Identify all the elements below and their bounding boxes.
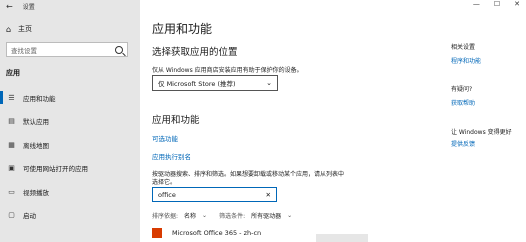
sidebar-item-offline-maps[interactable]: ▦ 离线地图 xyxy=(0,133,140,157)
sidebar-item-label: 可使用网站打开的应用 xyxy=(23,165,88,174)
home-icon: ⌂ xyxy=(6,24,12,34)
sidebar-item-label: 视频播放 xyxy=(23,188,49,197)
sidebar: ← 设置 ⌂ 主页 查找设置 应用 ☰ 应用和功能 ▤ 默认应用 ▦ 离线地图 … xyxy=(0,0,140,242)
apps-for-websites-icon: ▣ xyxy=(8,164,15,173)
close-button[interactable]: ✕ xyxy=(514,0,520,8)
apps-list-icon: ☰ xyxy=(8,93,15,102)
startup-icon: ▢ xyxy=(8,211,15,220)
sort-dropdown[interactable]: 名称 xyxy=(184,211,196,220)
apps-features-heading: 应用和功能 xyxy=(152,115,200,126)
sidebar-item-label: 应用和功能 xyxy=(23,94,56,103)
sidebar-item-video-playback[interactable]: ▭ 视频播放 xyxy=(0,180,140,204)
sidebar-item-default-apps[interactable]: ▤ 默认应用 xyxy=(0,110,140,134)
sidebar-item-label: 默认应用 xyxy=(23,118,49,127)
search-icon xyxy=(115,45,123,54)
maximize-button[interactable]: ☐ xyxy=(494,0,500,8)
page-title: 应用和功能 xyxy=(152,22,213,36)
sidebar-item-apps-features[interactable]: ☰ 应用和功能 xyxy=(0,86,140,110)
sort-label: 排序依据: xyxy=(152,213,179,220)
home-label: 主页 xyxy=(18,25,32,33)
optional-features-link[interactable]: 可选功能 xyxy=(152,133,178,143)
title-bar: ← 设置 xyxy=(6,2,35,11)
app-source-dropdown[interactable]: 仅 Microsoft Store (推荐) ⌄ xyxy=(152,75,278,91)
search-placeholder: 查找设置 xyxy=(11,46,37,55)
main-content: 应用和功能 选择获取应用的位置 仅从 Windows 应用商店安装应用有助于保护… xyxy=(140,0,440,242)
video-playback-icon: ▭ xyxy=(8,187,15,196)
related-settings-heading: 相关设置 xyxy=(451,44,476,51)
app-search-input[interactable]: office ✕ xyxy=(152,187,277,202)
choose-location-description: 仅从 Windows 应用商店安装应用有助于保护你的设备。 xyxy=(152,67,303,74)
give-feedback-link[interactable]: 提供反馈 xyxy=(451,139,475,148)
app-source-value: 仅 Microsoft Store (推荐) xyxy=(158,80,236,88)
get-help-link[interactable]: 获取帮助 xyxy=(451,98,475,107)
question-heading: 有疑问? xyxy=(451,86,473,93)
chevron-down-icon: ⌄ xyxy=(202,212,208,219)
window-title: 设置 xyxy=(22,4,35,11)
filter-dropdown[interactable]: 所有驱动器 xyxy=(251,211,281,220)
back-arrow-icon[interactable]: ← xyxy=(6,2,13,11)
chevron-down-icon: ⌄ xyxy=(287,212,293,219)
choose-location-heading: 选择获取应用的位置 xyxy=(152,47,238,58)
app-name: Microsoft Office 365 - zh-cn xyxy=(172,229,262,237)
sidebar-item-home[interactable]: ⌂ 主页 xyxy=(6,24,32,34)
search-description-line2: 选择它。 xyxy=(152,179,177,186)
office-app-icon xyxy=(152,228,162,238)
minimize-button[interactable]: — xyxy=(473,0,480,8)
sidebar-item-label: 离线地图 xyxy=(23,141,49,150)
clear-icon[interactable]: ✕ xyxy=(266,191,271,199)
search-description-line1: 按驱动器搜索、排序和筛选。如果想要卸载或移动某个应用，请从列表中 xyxy=(152,171,345,178)
default-apps-icon: ▤ xyxy=(8,117,15,126)
settings-search-input[interactable]: 查找设置 xyxy=(6,42,128,57)
programs-features-link[interactable]: 程序和功能 xyxy=(451,56,481,65)
improve-windows-heading: 让 Windows 变得更好 xyxy=(451,129,512,136)
app-search-value: office xyxy=(158,190,176,199)
sidebar-nav: ☰ 应用和功能 ▤ 默认应用 ▦ 离线地图 ▣ 可使用网站打开的应用 ▭ 视频播… xyxy=(0,86,140,227)
chevron-down-icon: ⌄ xyxy=(266,79,272,87)
sort-filter-row: 排序依据: 名称 ⌄ 筛选条件: 所有驱动器 ⌄ xyxy=(152,211,292,220)
app-item-button-edge xyxy=(316,234,368,242)
sidebar-item-label: 启动 xyxy=(23,212,36,221)
sidebar-item-startup[interactable]: ▢ 启动 xyxy=(0,204,140,228)
app-list-item[interactable]: Microsoft Office 365 - zh-cn xyxy=(152,228,261,238)
offline-maps-icon: ▦ xyxy=(8,140,15,149)
sidebar-section-label: 应用 xyxy=(6,69,20,77)
sidebar-item-apps-for-websites[interactable]: ▣ 可使用网站打开的应用 xyxy=(0,157,140,181)
filter-label: 筛选条件: xyxy=(219,213,246,220)
window-controls: — ☐ ✕ xyxy=(473,0,520,8)
app-execution-aliases-link[interactable]: 应用执行别名 xyxy=(152,151,191,161)
